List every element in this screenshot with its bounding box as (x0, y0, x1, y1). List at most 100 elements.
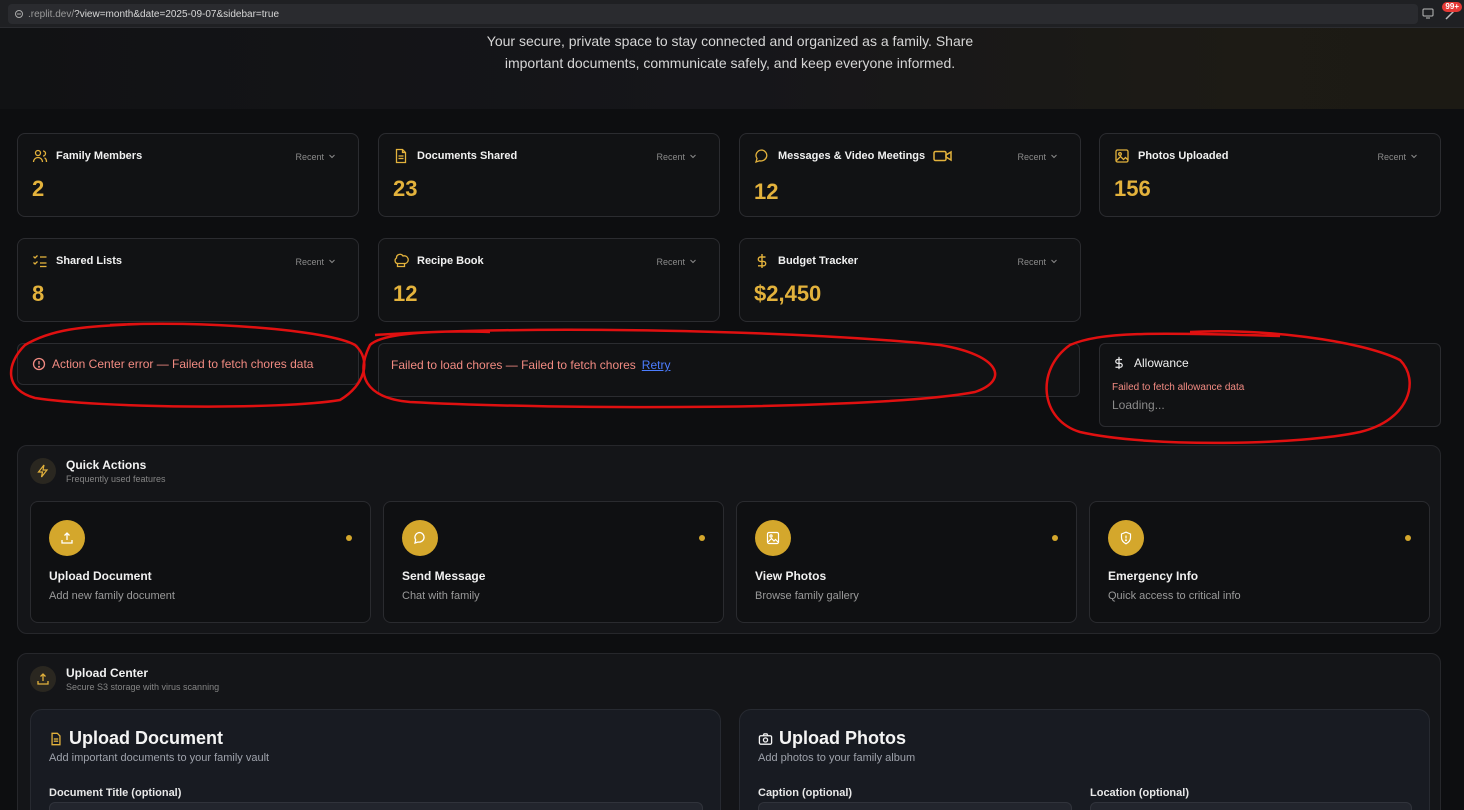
status-dot (346, 535, 352, 541)
upload-photos-title: Upload Photos (779, 728, 906, 748)
url-query: ?view=month&date=2025-09-07&sidebar=true (74, 8, 280, 20)
upload-icon (30, 666, 56, 692)
quick-action-subtitle: Browse family gallery (755, 590, 859, 602)
upload-document-card: Upload Document Add important documents … (30, 709, 721, 810)
stat-value: 12 (754, 179, 779, 204)
location-label: Location (optional) (1090, 787, 1189, 799)
quick-action-title: Emergency Info (1108, 569, 1199, 583)
stat-title: Shared Lists (56, 255, 123, 267)
stat-card-family-members[interactable]: Family Members Recent 2 (17, 133, 359, 217)
stat-title: Documents Shared (417, 150, 518, 162)
document-icon (393, 148, 409, 164)
stat-value: 23 (393, 176, 418, 201)
users-icon (32, 148, 48, 164)
checklist-icon (32, 253, 48, 269)
stat-title: Recipe Book (417, 255, 484, 267)
quick-action-subtitle: Add new family document (49, 590, 175, 602)
status-dot (1405, 535, 1411, 541)
period-dropdown[interactable]: Recent (656, 257, 697, 267)
chat-bubble-icon (754, 148, 770, 164)
stat-value: 12 (393, 281, 418, 306)
chores-error-text: Failed to load chores — Failed to fetch … (391, 358, 636, 372)
quick-action-upload-document[interactable]: Upload Document Add new family document (30, 501, 371, 623)
camera-icon (758, 732, 773, 746)
allowance-error-text: Failed to fetch allowance data (1112, 382, 1245, 393)
status-dot (1052, 535, 1058, 541)
stat-title: Messages & Video Meetings (778, 150, 926, 162)
upload-icon (49, 520, 85, 556)
quick-action-send-message[interactable]: Send Message Chat with family (383, 501, 724, 623)
quick-action-emergency-info[interactable]: Emergency Info Quick access to critical … (1089, 501, 1430, 623)
quick-action-subtitle: Quick access to critical info (1108, 590, 1241, 602)
period-dropdown[interactable]: Recent (1017, 152, 1058, 162)
stat-card-shared-lists[interactable]: Shared Lists Recent 8 (17, 238, 359, 322)
stat-card-photos-uploaded[interactable]: Photos Uploaded Recent 156 (1099, 133, 1441, 217)
alert-circle-icon (32, 357, 46, 371)
stat-value: 2 (32, 176, 45, 201)
caption-input[interactable] (758, 802, 1072, 810)
quick-action-title: View Photos (755, 569, 827, 583)
chevron-down-icon (328, 152, 336, 162)
allowance-card: Allowance Failed to fetch allowance data… (1099, 343, 1441, 427)
quick-action-view-photos[interactable]: View Photos Browse family gallery (736, 501, 1077, 623)
action-center-error-text: Action Center error — Failed to fetch ch… (52, 357, 314, 371)
stat-title: Photos Uploaded (1138, 150, 1229, 162)
upload-document-subtitle: Add important documents to your family v… (49, 752, 270, 764)
stat-value: $2,450 (754, 281, 822, 306)
lightning-icon (30, 458, 56, 484)
upload-photos-card: Upload Photos Add photos to your family … (739, 709, 1430, 810)
upload-center-subtitle: Secure S3 storage with virus scanning (66, 682, 220, 692)
video-camera-icon (933, 148, 953, 164)
period-dropdown[interactable]: Recent (1377, 152, 1418, 162)
period-dropdown[interactable]: Recent (656, 152, 697, 162)
caption-label: Caption (optional) (758, 787, 853, 799)
stat-card-documents-shared[interactable]: Documents Shared Recent 23 (378, 133, 720, 217)
document-title-input[interactable] (49, 802, 703, 810)
retry-link[interactable]: Retry (642, 358, 671, 372)
url-bar[interactable]: .replit.dev/ ?view=month&date=2025-09-07… (8, 4, 1418, 24)
allowance-loading: Loading... (1112, 398, 1165, 412)
stat-card-budget-tracker[interactable]: Budget Tracker Recent $2,450 (739, 238, 1081, 322)
chevron-down-icon (689, 152, 697, 162)
hero-banner: Your secure, private space to stay conne… (0, 28, 1464, 109)
url-host: .replit.dev/ (28, 8, 75, 20)
message-icon (402, 520, 438, 556)
location-input[interactable] (1090, 802, 1412, 810)
quick-actions-subtitle: Frequently used features (66, 474, 166, 484)
notification-badge: 99+ (1442, 2, 1462, 12)
stat-value: 156 (1114, 176, 1151, 201)
image-icon (1114, 148, 1130, 164)
document-title-label: Document Title (optional) (49, 787, 182, 799)
allowance-title: Allowance (1134, 356, 1189, 370)
period-dropdown[interactable]: Recent (1017, 257, 1058, 267)
chef-hat-icon (393, 253, 409, 269)
upload-photos-subtitle: Add photos to your family album (758, 752, 916, 764)
dollar-icon (754, 253, 770, 269)
upload-center-title: Upload Center (66, 666, 149, 680)
site-info-icon[interactable] (14, 9, 24, 19)
browser-toolbar: .replit.dev/ ?view=month&date=2025-09-07… (0, 0, 1464, 28)
quick-actions-panel: Quick Actions Frequently used features U… (17, 445, 1441, 634)
upload-document-title: Upload Document (69, 728, 224, 748)
stat-title: Budget Tracker (778, 255, 859, 267)
action-center-error: Action Center error — Failed to fetch ch… (17, 343, 359, 385)
chevron-down-icon (689, 257, 697, 267)
stat-card-messages[interactable]: Messages & Video Meetings Recent 12 (739, 133, 1081, 217)
shield-alert-icon (1108, 520, 1144, 556)
screen-share-icon[interactable] (1422, 6, 1434, 24)
quick-actions-title: Quick Actions (66, 458, 147, 472)
quick-action-title: Upload Document (49, 569, 152, 583)
period-dropdown[interactable]: Recent (295, 152, 336, 162)
quick-action-subtitle: Chat with family (402, 590, 480, 602)
status-dot (699, 535, 705, 541)
period-dropdown[interactable]: Recent (295, 257, 336, 267)
photo-icon (755, 520, 791, 556)
hero-description: Your secure, private space to stay conne… (486, 33, 974, 71)
stat-card-recipe-book[interactable]: Recipe Book Recent 12 (378, 238, 720, 322)
dollar-icon (1112, 356, 1126, 370)
chevron-down-icon (1410, 152, 1418, 162)
chevron-down-icon (1050, 257, 1058, 267)
stat-title: Family Members (56, 150, 143, 162)
quick-action-title: Send Message (402, 569, 486, 583)
chevron-down-icon (328, 257, 336, 267)
